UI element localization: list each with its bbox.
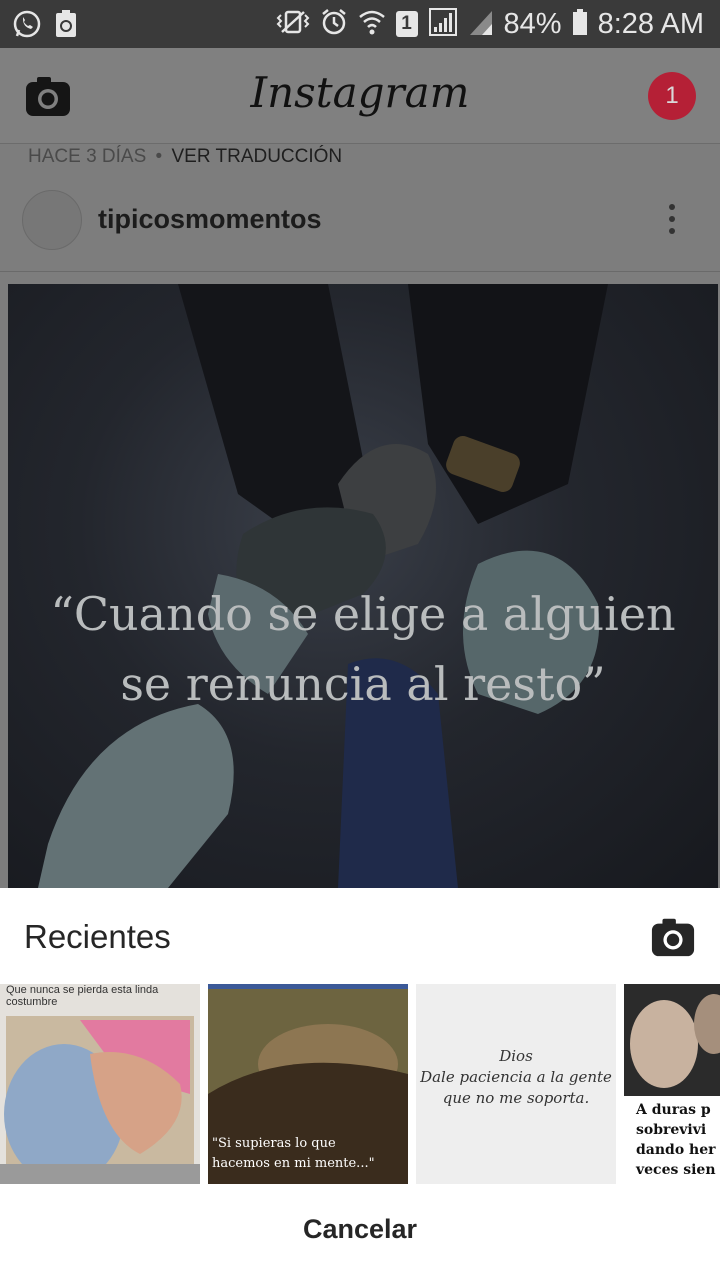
meta-separator: • bbox=[155, 146, 163, 167]
recent-thumbnail-1[interactable]: Que nunca se pierda esta linda costumbre bbox=[0, 984, 200, 1184]
vibrate-icon bbox=[276, 7, 310, 42]
recent-thumbnails: Que nunca se pierda esta linda costumbre… bbox=[0, 984, 720, 1184]
camera-icon bbox=[651, 918, 695, 957]
thumbnail-caption: A duras p sobrevivi dando her veces sien bbox=[636, 1100, 716, 1180]
post-time: HACE 3 DÍAS bbox=[28, 146, 147, 167]
thumbnail-caption: Dios Dale paciencia a la gente que no me… bbox=[416, 1046, 616, 1109]
sim-icon: 1 bbox=[395, 11, 418, 37]
whatsapp-icon bbox=[12, 9, 42, 44]
status-bar: 1 84% 8:28 AM bbox=[0, 0, 720, 48]
app-header: Instagram 1 bbox=[0, 48, 720, 144]
wifi-icon bbox=[358, 7, 386, 42]
alarm-icon bbox=[320, 7, 348, 42]
caption-line: Dale paciencia a la gente bbox=[420, 1068, 612, 1086]
caption-line: Dios bbox=[499, 1047, 533, 1065]
caption-line: A duras p bbox=[636, 1102, 711, 1118]
caption-line: hacemos en mi mente..." bbox=[212, 1156, 375, 1171]
cancel-button[interactable]: Cancelar bbox=[0, 1214, 720, 1245]
battery-percent: 84% bbox=[503, 7, 562, 40]
post-quote: “Cuando se elige a alguien se renuncia a… bbox=[8, 579, 718, 719]
clock: 8:28 AM bbox=[597, 7, 704, 40]
signal-icon bbox=[428, 7, 458, 42]
thumbnail-caption: "Si supieras lo que hacemos en mi mente.… bbox=[212, 1134, 375, 1174]
translate-link[interactable]: VER TRADUCCIÓN bbox=[171, 146, 342, 167]
post-image[interactable]: “Cuando se elige a alguien se renuncia a… bbox=[8, 284, 718, 888]
quote-line-2: se renuncia al resto” bbox=[120, 657, 606, 711]
notification-badge[interactable]: 1 bbox=[648, 72, 696, 120]
quote-line-1: “Cuando se elige a alguien bbox=[50, 587, 676, 641]
caption-line: "Si supieras lo que bbox=[212, 1136, 336, 1151]
thumbnail-illustration bbox=[0, 1016, 200, 1184]
recent-thumbnail-3[interactable]: Dios Dale paciencia a la gente que no me… bbox=[416, 984, 616, 1184]
caption-line: que no me soporta. bbox=[442, 1089, 590, 1107]
caption-line: dando her bbox=[636, 1142, 716, 1158]
sheet-camera-button[interactable] bbox=[650, 914, 696, 960]
instagram-logo: Instagram bbox=[250, 68, 470, 117]
post-meta: HACE 3 DÍAS • VER TRADUCCIÓN bbox=[28, 146, 342, 168]
sheet-title: Recientes bbox=[24, 918, 171, 955]
feed-post: HACE 3 DÍAS • VER TRADUCCIÓN tipicosmome… bbox=[0, 144, 720, 888]
caption-line: sobrevivi bbox=[636, 1122, 707, 1138]
recent-thumbnail-2[interactable]: "Si supieras lo que hacemos en mi mente.… bbox=[208, 984, 408, 1184]
recycle-icon bbox=[54, 9, 78, 44]
recent-thumbnail-4[interactable]: A duras p sobrevivi dando her veces sien bbox=[624, 984, 720, 1184]
more-options-icon[interactable] bbox=[664, 204, 680, 240]
post-header: tipicosmomentos bbox=[0, 182, 720, 272]
post-username[interactable]: tipicosmomentos bbox=[98, 204, 322, 235]
avatar[interactable] bbox=[22, 190, 82, 250]
signal-2-icon bbox=[468, 7, 494, 42]
caption-line: veces sien bbox=[636, 1162, 716, 1178]
recent-photos-sheet: Recientes Que nunca se pierda esta linda… bbox=[0, 888, 720, 1280]
battery-icon bbox=[572, 7, 588, 42]
